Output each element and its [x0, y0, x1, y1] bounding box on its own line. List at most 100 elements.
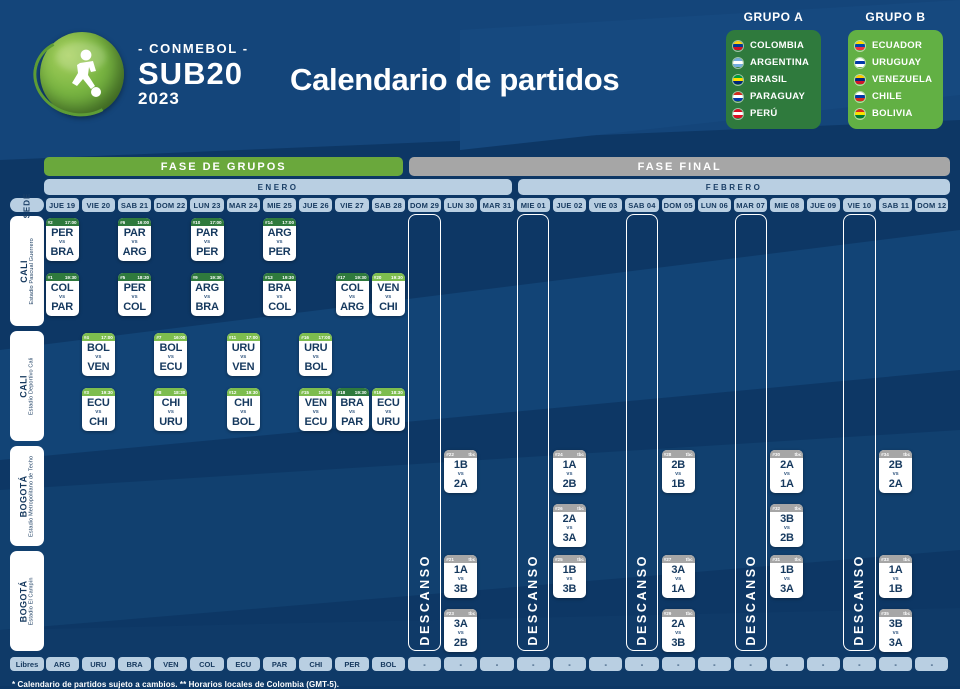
match-card[interactable]: #13 19:30 BRA vs COL — [263, 273, 297, 316]
libres-cell: ARG — [45, 657, 79, 671]
match-id: #32 — [772, 505, 781, 511]
match-card[interactable]: #34 tbc 2B vs 2A — [879, 450, 913, 493]
date-cell: VIE 27 — [335, 198, 369, 212]
descanso-column: DESCANSO — [517, 214, 550, 651]
venue-label: BOGOTÁ Estadio Metropolitano de Techo — [10, 446, 44, 546]
match-vs-label: vs — [167, 354, 174, 360]
match-card[interactable]: #20 19:30 VEN vs CHI — [371, 273, 405, 316]
match-id: #13 — [265, 274, 273, 280]
match-card[interactable]: #4 17:00 BOL vs VEN — [81, 333, 115, 376]
match-card-body: CHI vs URU — [154, 396, 187, 431]
match-vs-label: vs — [167, 409, 174, 415]
match-away-team: COL — [268, 300, 291, 313]
match-card[interactable]: #18 19:30 BRA vs PAR — [335, 388, 369, 431]
match-home-team: 1B — [453, 459, 468, 471]
match-card[interactable]: #30 tbc 2A vs 1A — [770, 450, 804, 493]
match-card[interactable]: #2 17:00 PER vs BRA — [45, 218, 79, 261]
match-vs-label: vs — [457, 630, 464, 636]
match-card[interactable]: #1 19:30 COL vs PAR — [45, 273, 79, 316]
match-card[interactable]: #23 tbc 3A vs 2B — [444, 609, 478, 652]
match-card-body: 1A vs 1B — [879, 563, 912, 598]
match-card[interactable]: #29 tbc 2A vs 3B — [661, 609, 695, 652]
match-card[interactable]: #9 19:30 ARG vs BRA — [190, 273, 224, 316]
match-card[interactable]: #33 tbc 1A vs 1B — [879, 555, 913, 598]
match-card[interactable]: #21 tbc 1A vs 3B — [444, 555, 478, 598]
match-away-team: 3A — [888, 636, 903, 649]
match-vs-label: vs — [675, 630, 682, 636]
match-card[interactable]: #5 18:30 PER vs COL — [118, 273, 152, 316]
match-card-header: #8 18:30 — [154, 388, 188, 396]
match-away-team: 3A — [780, 582, 794, 595]
match-card-header: #18 19:30 — [335, 388, 369, 396]
match-card[interactable]: #3 19:30 ECU vs CHI — [81, 388, 115, 431]
match-vs-label: vs — [566, 471, 573, 477]
match-vs-label: vs — [95, 354, 102, 360]
match-card-body: CHI vs BOL — [227, 396, 260, 431]
match-card[interactable]: #25 tbc 1B vs 3B — [552, 555, 586, 598]
match-card[interactable]: #26 tbc 2A vs 3A — [552, 504, 586, 547]
match-card-header: #27 tbc — [661, 555, 695, 563]
match-card-header: #22 tbc — [444, 450, 478, 458]
match-card-header: #9 19:30 — [190, 273, 224, 281]
match-card[interactable]: #35 tbc 3B vs 3A — [879, 609, 913, 652]
match-card[interactable]: #32 tbc 3B vs 2B — [770, 504, 804, 547]
match-id: #17 — [337, 274, 346, 280]
match-home-team: PAR — [196, 227, 218, 239]
match-card-header: #17 19:30 — [335, 273, 369, 281]
match-card[interactable]: #8 18:30 CHI vs URU — [154, 388, 188, 431]
match-card[interactable]: #7 16:00 BOL vs ECU — [154, 333, 188, 376]
match-card-body: URU vs BOL — [299, 341, 332, 376]
logo-sub20-text: SUB20 — [138, 55, 243, 91]
match-card[interactable]: #19 18:30 ECU vs URU — [371, 388, 405, 431]
match-card[interactable]: #6 16:00 PAR vs ARG — [118, 218, 152, 261]
libres-cell: ECU — [226, 657, 260, 671]
venue-row: CALI Estadio Pascual Guerrero #2 17:00 P… — [0, 216, 960, 326]
match-card-header: #6 16:00 — [118, 218, 152, 226]
match-away-team: 1B — [888, 582, 903, 595]
match-home-team: 3A — [453, 618, 468, 630]
venue-row: BOGOTÁ Estadio El Campín #21 tbc 1A vs 3… — [0, 551, 960, 652]
libres-cell: - — [915, 657, 949, 671]
group-team-row: ARGENTINA — [732, 54, 815, 71]
match-card[interactable]: #24 tbc 1A vs 2B — [552, 450, 586, 493]
match-card[interactable]: #31 tbc 1B vs 3A — [770, 555, 804, 598]
match-away-team: BOL — [304, 360, 328, 373]
match-vs-label: vs — [566, 525, 573, 531]
match-home-team: 2A — [671, 618, 686, 630]
flag-icon — [732, 73, 744, 86]
page-title: Calendario de partidos — [290, 62, 620, 97]
match-time: tbc — [794, 451, 802, 457]
match-away-team: 2A — [888, 477, 903, 490]
match-card[interactable]: #15 19:30 VEN vs ECU — [299, 388, 333, 431]
match-away-team: PAR — [51, 300, 74, 313]
match-card-body: 3A vs 1A — [662, 563, 695, 598]
match-card[interactable]: #14 17:00 ARG vs PER — [263, 218, 297, 261]
match-id: #10 — [192, 219, 201, 225]
match-card-body: COL vs ARG — [336, 281, 369, 316]
descanso-label: DESCANSO — [743, 554, 758, 646]
libres-cell: - — [842, 657, 876, 671]
match-card-body: ECU vs CHI — [82, 396, 115, 431]
match-card-header: #19 18:30 — [371, 388, 405, 396]
match-card[interactable]: #11 17:00 URU vs VEN — [226, 333, 260, 376]
match-card[interactable]: #27 tbc 3A vs 1A — [661, 555, 695, 598]
match-card[interactable]: #28 tbc 2B vs 1B — [661, 450, 695, 493]
match-card-header: #14 17:00 — [263, 218, 297, 226]
match-time: 17:00 — [209, 219, 222, 225]
match-time: 19:30 — [246, 389, 258, 395]
venue-label: CALI Estadio Pascual Guerrero — [10, 216, 44, 326]
match-vs-label: vs — [457, 471, 464, 477]
match-vs-label: vs — [892, 630, 899, 636]
flag-icon — [732, 39, 744, 52]
match-vs-label: vs — [276, 239, 283, 245]
match-card-body: 2A vs 3A — [553, 512, 586, 547]
match-card[interactable]: #16 17:00 URU vs BOL — [299, 333, 333, 376]
match-card[interactable]: #17 19:30 COL vs ARG — [335, 273, 369, 316]
group-b-team-list: ECUADOR URUGUAY VENEZUELA CHILE BOLIVIA — [848, 30, 943, 129]
match-card[interactable]: #22 tbc 1B vs 2A — [444, 450, 478, 493]
match-card[interactable]: #12 19:30 CHI vs BOL — [226, 388, 260, 431]
match-card[interactable]: #10 17:00 PAR vs PER — [190, 218, 224, 261]
match-away-team: 2B — [780, 531, 794, 544]
libres-cell: - — [806, 657, 840, 671]
date-cell: JUE 26 — [299, 198, 333, 212]
